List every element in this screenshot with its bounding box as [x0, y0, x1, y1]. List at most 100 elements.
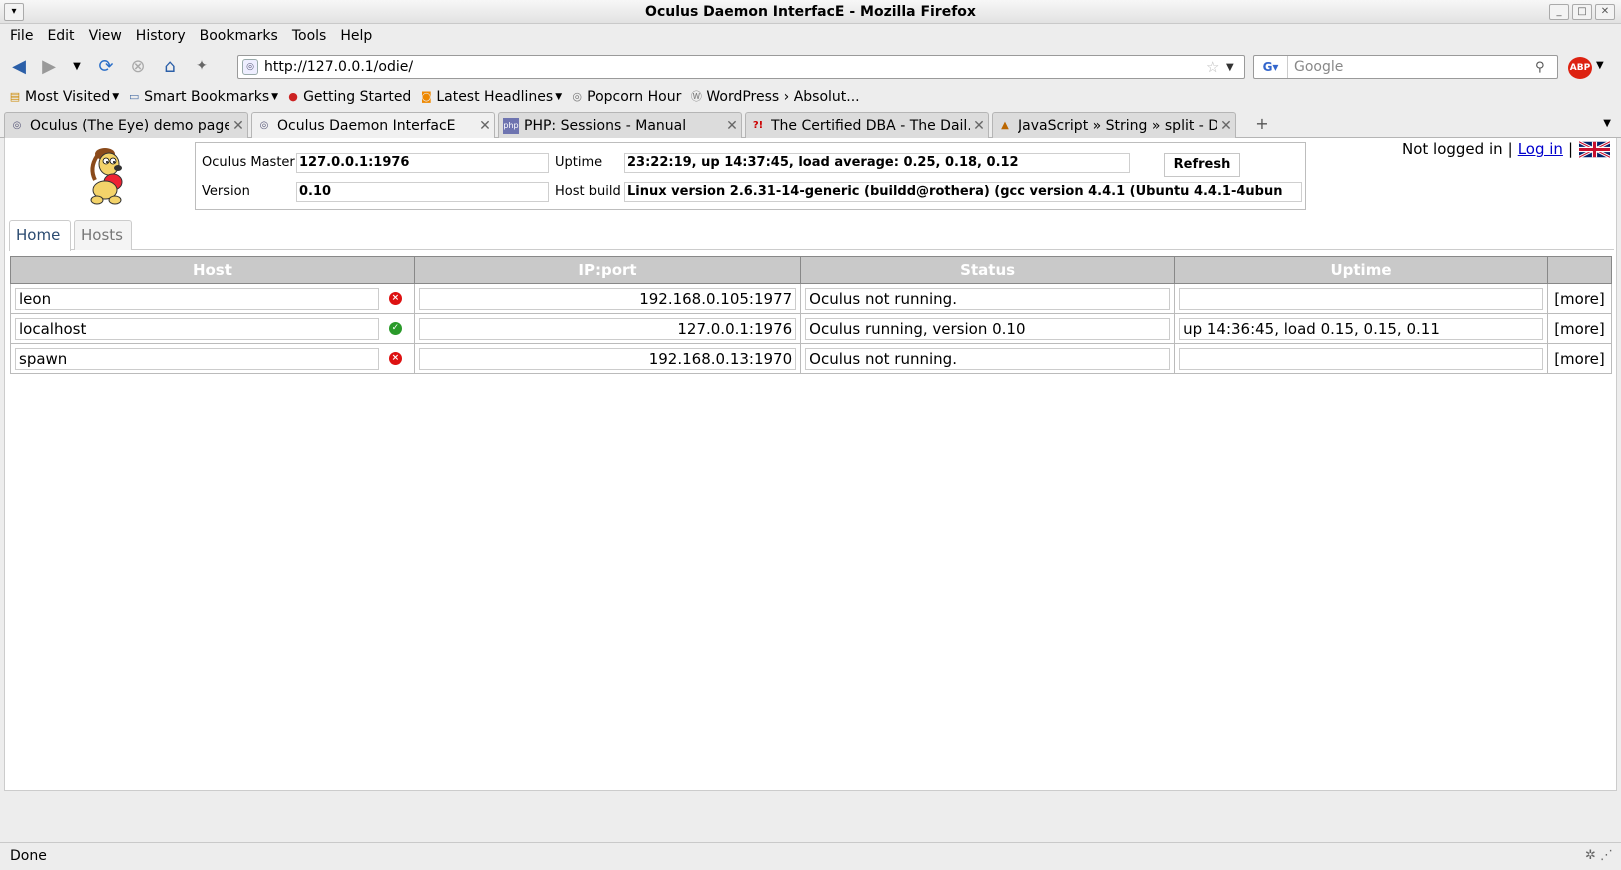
bookmark-getting-started[interactable]: ● Getting Started	[286, 89, 411, 105]
stop-icon[interactable]: ⊗	[125, 53, 151, 79]
status-bar: Done ✲ ⋰	[0, 842, 1621, 870]
window-title: Oculus Daemon InterfacE - Mozilla Firefo…	[645, 4, 976, 20]
column-header-host[interactable]: Host	[10, 256, 415, 284]
menu-bookmarks[interactable]: Bookmarks	[200, 28, 278, 44]
table-header-row: Host IP:port Status Uptime	[10, 256, 1613, 284]
bookmarks-toolbar: ▤ Most Visited ▼ ▭ Smart Bookmarks ▼ ● Get…	[0, 84, 1621, 110]
adblock-icon[interactable]: ABP	[1568, 57, 1592, 79]
title-bar: ▾ Oculus Daemon InterfacE - Mozilla Fire…	[0, 0, 1621, 24]
table-row: spawn × 192.168.0.13:1970 Oculus not run…	[10, 343, 1613, 374]
new-tab-icon[interactable]: +	[1252, 114, 1272, 134]
table-row: localhost ✓ 127.0.0.1:1976 Oculus runnin…	[10, 313, 1613, 344]
menu-file[interactable]: File	[10, 28, 33, 44]
search-input[interactable]: Google	[1288, 59, 1535, 75]
window-menu-button[interactable]: ▾	[4, 3, 24, 21]
version-label: Version	[202, 184, 250, 199]
master-label: Oculus Master	[202, 155, 295, 170]
adblock-dropdown-icon[interactable]: ▼	[1596, 60, 1604, 71]
forward-arrow-icon[interactable]: ▶	[36, 53, 62, 79]
bookmark-star-icon[interactable]: ☆	[1206, 58, 1226, 76]
close-tab-icon[interactable]: ✕	[970, 118, 988, 134]
url-text[interactable]: http://127.0.0.1/odie/	[264, 59, 1206, 75]
history-dropdown-icon[interactable]: ▼	[64, 53, 90, 79]
close-window-button[interactable]: ✕	[1595, 4, 1615, 20]
hostbuild-value: Linux version 2.6.31-14-generic (buildd@…	[624, 182, 1302, 202]
bookmark-latest-headlines[interactable]: ◙ Latest Headlines ▼	[419, 89, 562, 105]
status-bar-icons: ✲ ⋰	[1585, 843, 1613, 869]
uptime-value: 23:22:19, up 14:37:45, load average: 0.2…	[624, 153, 1130, 173]
table-row: leon × 192.168.0.105:1977 Oculus not run…	[10, 283, 1613, 314]
tab-oculus-daemon[interactable]: ◎ Oculus Daemon InterfacE ✕	[251, 112, 495, 139]
bookmark-wordpress[interactable]: Ⓦ WordPress › Absolut...	[689, 89, 860, 105]
site-identity-icon[interactable]: ◎	[242, 59, 258, 75]
close-tab-icon[interactable]: ✕	[229, 118, 247, 134]
search-engine-icon[interactable]: G▾	[1254, 56, 1288, 78]
more-link[interactable]: [more]	[1546, 283, 1613, 314]
more-link[interactable]: [more]	[1546, 313, 1613, 344]
odie-mascot-logo	[90, 148, 123, 205]
menu-edit[interactable]: Edit	[47, 28, 74, 44]
page-icon: ◎	[259, 120, 269, 131]
home-icon[interactable]: ⌂	[157, 53, 183, 79]
column-header-status[interactable]: Status	[800, 256, 1176, 284]
host-ipport: 127.0.0.1:1976	[418, 317, 797, 340]
rss-icon: ◙	[420, 90, 432, 103]
version-value: 0.10	[296, 182, 549, 202]
tab-list-dropdown-icon[interactable]: ▼	[1603, 118, 1611, 129]
maximize-button[interactable]: □	[1572, 4, 1592, 20]
triangle-icon: ▲	[1001, 119, 1009, 131]
bookmark-popcorn-hour[interactable]: ◎ Popcorn Hour	[570, 89, 681, 105]
uk-flag-icon[interactable]	[1579, 140, 1610, 158]
tab-php-sessions[interactable]: php PHP: Sessions - Manual ✕	[498, 112, 742, 138]
close-tab-icon[interactable]: ✕	[723, 118, 741, 134]
search-bar[interactable]: G▾ Google ⚲	[1253, 55, 1558, 79]
column-header-uptime[interactable]: Uptime	[1174, 256, 1548, 284]
url-dropdown-icon[interactable]: ▼	[1226, 62, 1244, 73]
close-tab-icon[interactable]: ✕	[1217, 118, 1235, 134]
menu-tools[interactable]: Tools	[292, 28, 327, 44]
hosts-table: Host IP:port Status Uptime leon × 192.16…	[10, 256, 1613, 374]
host-uptime	[1179, 347, 1543, 370]
column-header-actions	[1546, 256, 1613, 284]
refresh-button[interactable]: Refresh	[1164, 153, 1240, 177]
oculus-info-panel: Oculus Master 127.0.0.1:1976 Version 0.1…	[195, 142, 1306, 210]
bookmark-smart-bookmarks[interactable]: ▭ Smart Bookmarks ▼	[127, 89, 278, 105]
tab-javascript-split[interactable]: ▲ JavaScript » String » split - D... ✕	[992, 112, 1236, 138]
close-tab-icon[interactable]: ✕	[476, 118, 494, 134]
tab-certified-dba[interactable]: ?! The Certified DBA - The Dail... ✕	[745, 112, 989, 138]
page-icon: ◎	[12, 119, 22, 131]
login-link[interactable]: Log in	[1518, 140, 1563, 158]
host-ipport: 192.168.0.13:1970	[418, 347, 797, 370]
menu-help[interactable]: Help	[340, 28, 372, 44]
url-bar[interactable]: ◎ http://127.0.0.1/odie/ ☆ ▼	[237, 55, 1245, 79]
tab-home[interactable]: Home	[9, 220, 71, 251]
back-arrow-icon[interactable]: ◀	[6, 53, 32, 79]
status-down-icon: ×	[388, 292, 402, 305]
status-up-icon: ✓	[388, 322, 402, 335]
search-icon[interactable]: ⚲	[1535, 60, 1557, 75]
menu-history[interactable]: History	[136, 28, 186, 44]
more-link[interactable]: [more]	[1546, 343, 1613, 374]
menu-view[interactable]: View	[89, 28, 122, 44]
resize-grip-icon[interactable]: ⋰	[1600, 848, 1613, 863]
page-tab-strip: Home Hosts	[9, 220, 1614, 251]
folder-icon: ▭	[128, 90, 140, 103]
tab-oculus-demo[interactable]: ◎ Oculus (The Eye) demo page ✕	[4, 112, 248, 138]
separator: |	[1507, 140, 1513, 158]
wtf-icon: ?!	[752, 119, 764, 131]
reload-icon[interactable]: ⟳	[93, 53, 119, 79]
column-header-ipport[interactable]: IP:port	[413, 256, 802, 284]
minimize-button[interactable]: _	[1549, 4, 1569, 20]
bug-icon[interactable]: ✲	[1585, 848, 1596, 863]
status-text: Done	[10, 848, 47, 864]
firefox-icon: ●	[288, 90, 298, 103]
wordpress-icon: Ⓦ	[690, 90, 702, 103]
tab-bar: ◎ Oculus (The Eye) demo page ✕ ◎ Oculus …	[0, 110, 1621, 139]
master-value: 127.0.0.1:1976	[296, 153, 549, 173]
bookmark-most-visited[interactable]: ▤ Most Visited ▼	[8, 89, 119, 105]
host-name: localhost	[15, 317, 379, 340]
addon-icon[interactable]: ✦	[189, 53, 215, 79]
separator: |	[1567, 140, 1573, 158]
tab-hosts[interactable]: Hosts	[74, 220, 132, 250]
host-status: Oculus not running.	[805, 347, 1171, 370]
